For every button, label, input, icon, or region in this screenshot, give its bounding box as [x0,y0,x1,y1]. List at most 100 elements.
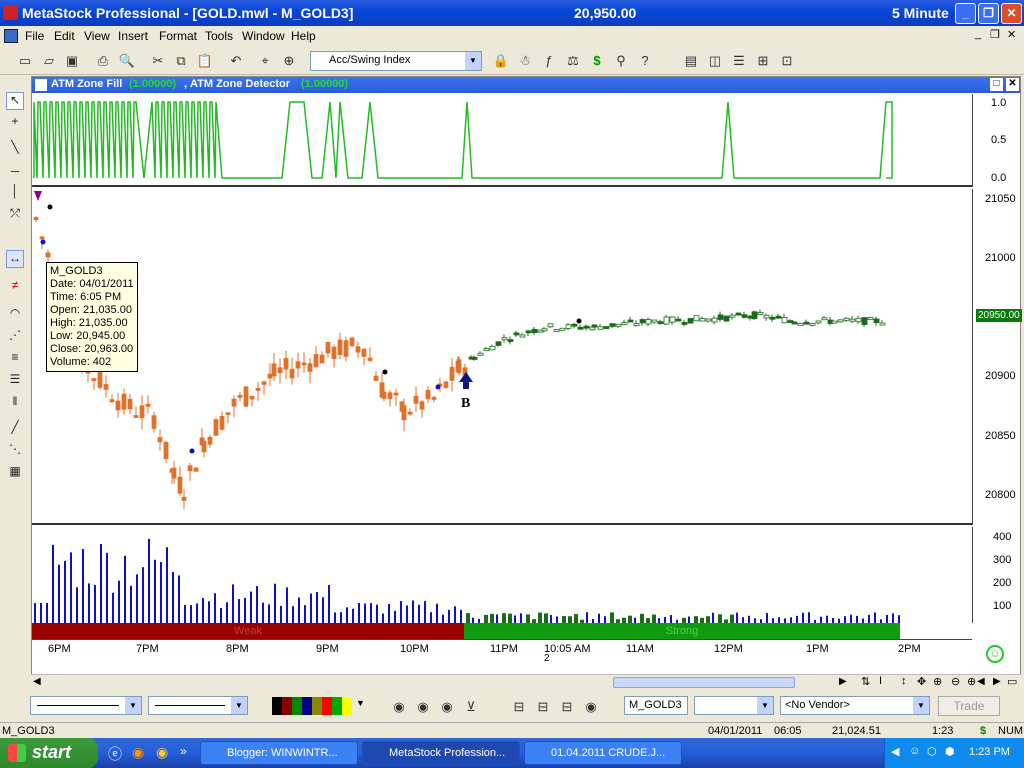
doc-icon[interactable] [4,29,18,43]
vendor-combo[interactable]: <No Vendor> ▼ [780,696,930,715]
page-left-icon[interactable]: ◀ [977,676,985,687]
crosshair-tool-icon[interactable]: + [6,114,24,132]
volume-pane[interactable] [32,527,972,623]
task-blogger[interactable]: Blogger: WINWINTR... [200,741,358,765]
tile-horizontal-icon[interactable]: ☰ [730,52,748,70]
chrome-icon[interactable]: ◉ [414,698,432,716]
menu-edit[interactable]: Edit [54,29,75,43]
expand-vertical-icon[interactable]: ↕ [901,675,907,687]
cross-lines-icon[interactable]: ⤱ [6,206,24,224]
lock-icon[interactable]: 🔒 [492,52,510,70]
menu-help[interactable]: Help [291,29,316,43]
quicklaunch-icon[interactable]: ◉ [156,744,168,761]
chrome-icon[interactable]: ◉ [438,698,456,716]
trade-button[interactable]: Trade [938,696,1000,716]
system-tester-icon[interactable]: ⚖ [564,52,582,70]
mdi-close-icon[interactable]: ✕ [1007,28,1016,41]
tray-icon[interactable]: ☺ [909,745,920,757]
zoom-icon[interactable]: ⊕ [280,52,298,70]
expert-icon[interactable]: ☃ [516,52,534,70]
pane-maximize-icon[interactable]: □ [990,78,1003,91]
print-preview-icon[interactable]: 🔍 [118,52,136,70]
scroll-right-icon[interactable]: ▶ [839,676,847,687]
copy-icon[interactable]: ⧉ [172,52,190,70]
tray-icon[interactable]: ⬡ [927,745,937,758]
chevron-down-icon[interactable]: ▼ [125,697,141,714]
retracement-icon[interactable]: ≡ [6,350,24,368]
menu-window[interactable]: Window [242,29,285,43]
help-icon[interactable]: ? [636,52,654,70]
scroll-left-icon[interactable]: ◀ [33,676,41,687]
symbol-field[interactable]: M_GOLD3 [624,696,688,715]
chevron-down-icon[interactable]: ▼ [757,697,773,714]
save-icon[interactable]: ▣ [63,52,81,70]
arc-icon[interactable]: ◠ [6,306,24,324]
quicklaunch-icon[interactable]: ◉ [132,744,144,761]
zoom-reset-icon[interactable]: ⊕ [967,675,976,688]
color-palette[interactable] [272,697,352,715]
arrows-icon[interactable]: ↔ [6,250,24,268]
arrange-icon[interactable]: ⊡ [778,52,796,70]
line-style-combo[interactable]: ▼ [30,696,142,715]
pane-close-icon[interactable]: ✕ [1006,78,1019,91]
quicklaunch-icon[interactable]: ⓔ [108,744,122,764]
task-metastock[interactable]: MetaStock Profession... [362,741,520,765]
horizontal-line-icon[interactable]: ─ [6,164,24,182]
zoom-out-icon[interactable]: ⊖ [951,675,960,688]
chrome-icon[interactable]: ◉ [582,698,600,716]
cursor-icon[interactable]: I [879,675,882,687]
trendline-icon[interactable]: ╲ [6,140,24,158]
window-layout-icon[interactable]: ⊟ [558,698,576,716]
new-icon[interactable]: ▭ [16,52,34,70]
menu-tools[interactable]: Tools [205,29,233,43]
zoom-in-icon[interactable]: ⊕ [933,675,942,688]
chevron-down-icon[interactable]: ▼ [231,697,247,714]
window-layout-icon[interactable]: ⊟ [510,698,528,716]
move-icon[interactable]: ✥ [917,675,926,688]
open-icon[interactable]: ▱ [40,52,58,70]
vertical-line-icon[interactable]: │ [6,184,24,202]
gann-fan-icon[interactable]: ⋱ [6,442,24,460]
grid-tool-icon[interactable]: ▦ [6,464,24,482]
chrome-icon[interactable]: ◉ [390,698,408,716]
scroll-thumb[interactable] [613,677,795,688]
line-tool-icon[interactable]: ╱ [6,420,24,438]
paste-icon[interactable]: 📋 [196,52,214,70]
cycle-lines-icon[interactable]: ‖ [6,394,24,412]
window-layout-icon[interactable]: ⊟ [534,698,552,716]
restore-button[interactable]: ❐ [978,3,999,24]
formula-icon[interactable]: ƒ [540,52,558,70]
cascade-icon[interactable]: ▤ [682,52,700,70]
chevron-down-icon[interactable]: ▼ [465,52,481,70]
chevron-down-icon[interactable]: ▼ [913,697,929,714]
line-weight-combo[interactable]: ▼ [148,696,248,715]
quicklaunch-more-icon[interactable]: » [180,744,187,758]
tray-icon[interactable]: ⬢ [945,745,955,758]
explorer-icon[interactable]: ⚲ [612,52,630,70]
fit-icon[interactable]: ▭ [1007,675,1017,688]
fan-icon[interactable]: ⋰ [6,328,24,346]
undo-icon[interactable]: ↶ [227,52,245,70]
tray-collapse-icon[interactable]: ◀ [891,745,899,758]
print-icon[interactable]: ⎙ [94,52,112,70]
menu-insert[interactable]: Insert [118,29,148,43]
tile-vertical-icon[interactable]: ◫ [706,52,724,70]
fibonacci-icon[interactable]: ☰ [6,372,24,390]
chart-scrollbar[interactable]: ◀ ▶ ⇅ I ↕ ✥ ⊕ ⊖ ⊕ ◀ ▶ ▭ [31,674,1021,690]
tile-grid-icon[interactable]: ⊞ [754,52,772,70]
task-crude[interactable]: 01.04.2011 CRUDE.J... [524,741,682,765]
pointer-icon[interactable]: ↖ [6,92,24,110]
indicator-combo[interactable]: Acc/Swing Index ▼ [310,51,482,71]
menu-view[interactable]: View [84,29,110,43]
menu-format[interactable]: Format [159,29,197,43]
channel-icon[interactable]: ≠ [6,278,24,296]
mdi-restore-icon[interactable]: ❐ [990,28,1000,41]
page-right-icon[interactable]: ▶ [993,676,1001,687]
period-combo[interactable]: ▼ [694,696,774,715]
cut-icon[interactable]: ✂ [149,52,167,70]
menu-file[interactable]: File [25,29,44,43]
close-button[interactable]: ✕ [1001,3,1022,24]
insert-object-icon[interactable]: ⊻ [462,698,480,716]
crosshair-icon[interactable]: ⌖ [256,52,274,70]
mdi-minimize-icon[interactable]: _ [975,28,981,40]
